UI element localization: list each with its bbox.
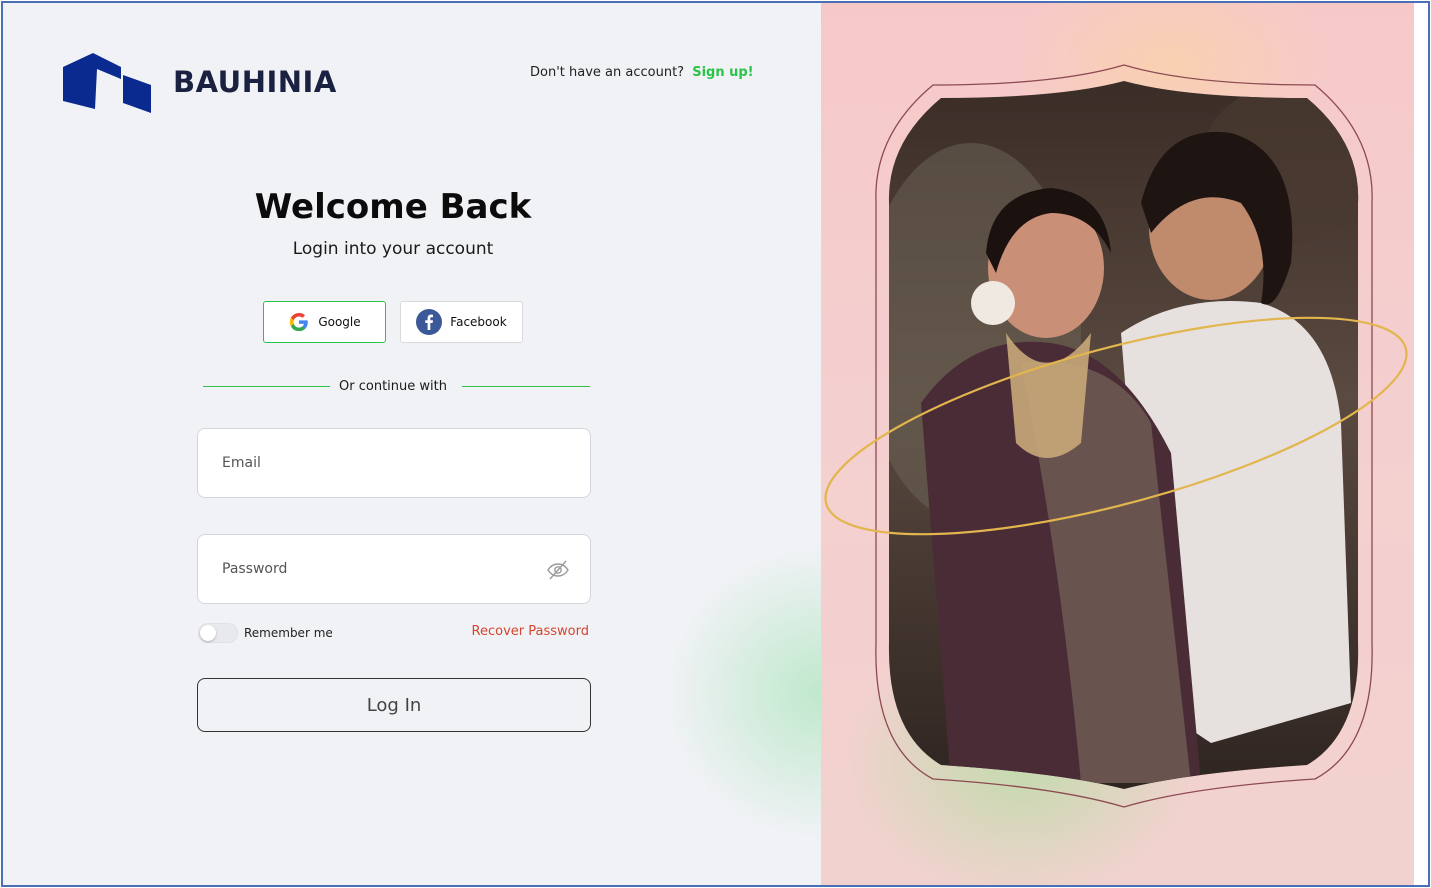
recover-password-link[interactable]: Recover Password: [443, 624, 589, 639]
login-button[interactable]: Log In: [197, 678, 591, 732]
remember-me-label: Remember me: [244, 626, 333, 640]
eye-off-icon[interactable]: [546, 559, 570, 581]
brand-name: BAUHINIA: [173, 65, 337, 99]
signup-link[interactable]: Sign up!: [692, 65, 753, 80]
page-subtitle: Login into your account: [292, 239, 494, 259]
email-field[interactable]: [198, 429, 590, 497]
google-login-button[interactable]: Google: [263, 301, 386, 343]
login-panel: BAUHINIA Don't have an account? Sign up!…: [3, 3, 821, 885]
password-field-wrapper: [197, 534, 591, 604]
facebook-icon: [416, 309, 443, 335]
google-icon: [290, 312, 309, 332]
bauhinia-logo-icon: [63, 53, 151, 113]
google-label: Google: [318, 315, 361, 329]
divider-text: Or continue with: [339, 379, 447, 394]
email-field-wrapper: [197, 428, 591, 498]
couple-photo-frame: [824, 64, 1408, 808]
page-title: Welcome Back: [254, 187, 532, 227]
remember-me-toggle[interactable]: [198, 623, 238, 643]
toggle-knob: [200, 625, 216, 641]
signup-prompt: Don't have an account? Sign up!: [530, 65, 754, 80]
window-edge: [1414, 3, 1428, 885]
password-field[interactable]: [198, 535, 590, 603]
brand-logo[interactable]: BAUHINIA: [61, 51, 337, 113]
facebook-label: Facebook: [450, 315, 507, 329]
facebook-login-button[interactable]: Facebook: [400, 301, 523, 343]
divider-right: [462, 386, 590, 387]
no-account-text: Don't have an account?: [530, 65, 685, 80]
couple-photo: [888, 81, 1359, 789]
app-window: BAUHINIA Don't have an account? Sign up!…: [1, 1, 1430, 887]
background-glow: [663, 543, 821, 843]
hero-panel: [821, 3, 1414, 885]
